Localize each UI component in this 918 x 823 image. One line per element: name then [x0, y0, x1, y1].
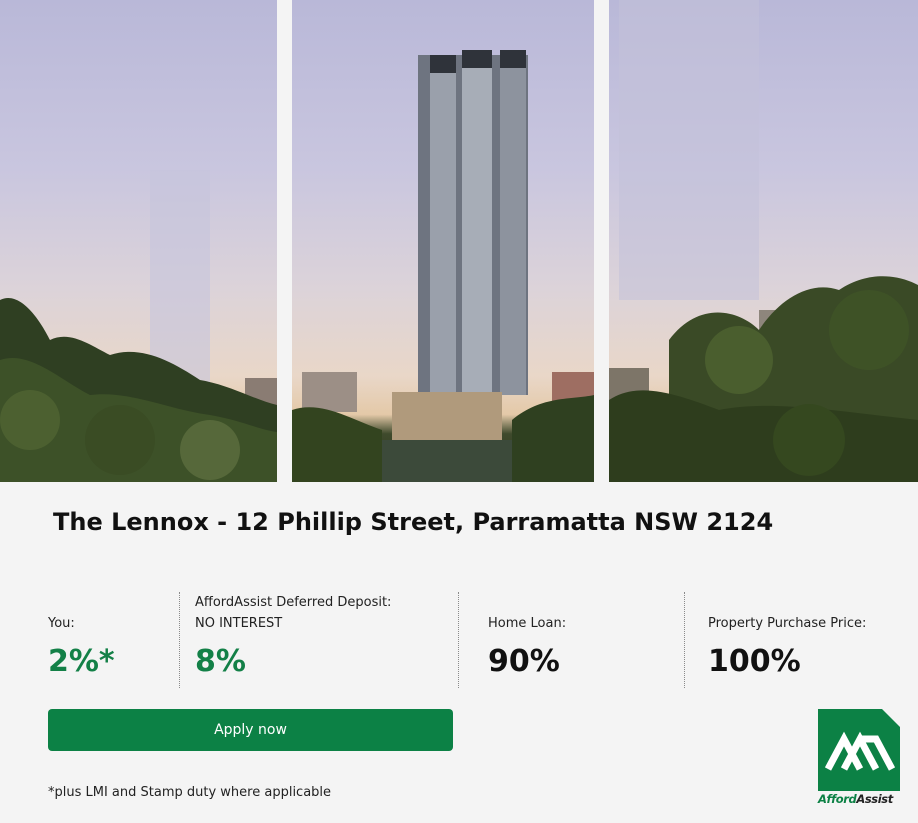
- stat-home-loan: Home Loan: 90%: [488, 592, 668, 688]
- apply-now-button[interactable]: Apply now: [48, 709, 453, 751]
- stat-purchase-price-value: 100%: [708, 644, 801, 679]
- affordassist-wordmark: AffordAssist: [818, 792, 893, 806]
- stat-divider: [179, 592, 180, 688]
- hero-panel-right: [609, 0, 918, 482]
- stat-deferred-deposit: AffordAssist Deferred Deposit: NO INTERE…: [195, 592, 445, 688]
- hero-image: [0, 0, 918, 482]
- stat-purchase-price: Property Purchase Price: 100%: [708, 592, 908, 688]
- property-title: The Lennox - 12 Phillip Street, Parramat…: [53, 508, 774, 536]
- stat-deferred-deposit-value: 8%: [195, 644, 246, 679]
- stat-you-label: You:: [48, 616, 75, 631]
- hero-panel-center: [292, 0, 594, 482]
- affordassist-logo: AffordAssist: [818, 709, 902, 809]
- footnote: *plus LMI and Stamp duty where applicabl…: [48, 785, 332, 800]
- affordassist-logo-mark: [818, 709, 900, 791]
- stat-purchase-price-label: Property Purchase Price:: [708, 616, 867, 631]
- stat-deferred-deposit-label: AffordAssist Deferred Deposit:: [195, 595, 392, 610]
- stat-divider: [684, 592, 685, 688]
- stat-you: You: 2%*: [48, 592, 168, 688]
- hero-panel-left: [0, 0, 277, 482]
- stat-deferred-deposit-sublabel: NO INTEREST: [195, 616, 283, 631]
- stat-divider: [458, 592, 459, 688]
- stat-home-loan-value: 90%: [488, 644, 560, 679]
- stat-you-value: 2%*: [48, 644, 115, 679]
- stat-home-loan-label: Home Loan:: [488, 616, 567, 631]
